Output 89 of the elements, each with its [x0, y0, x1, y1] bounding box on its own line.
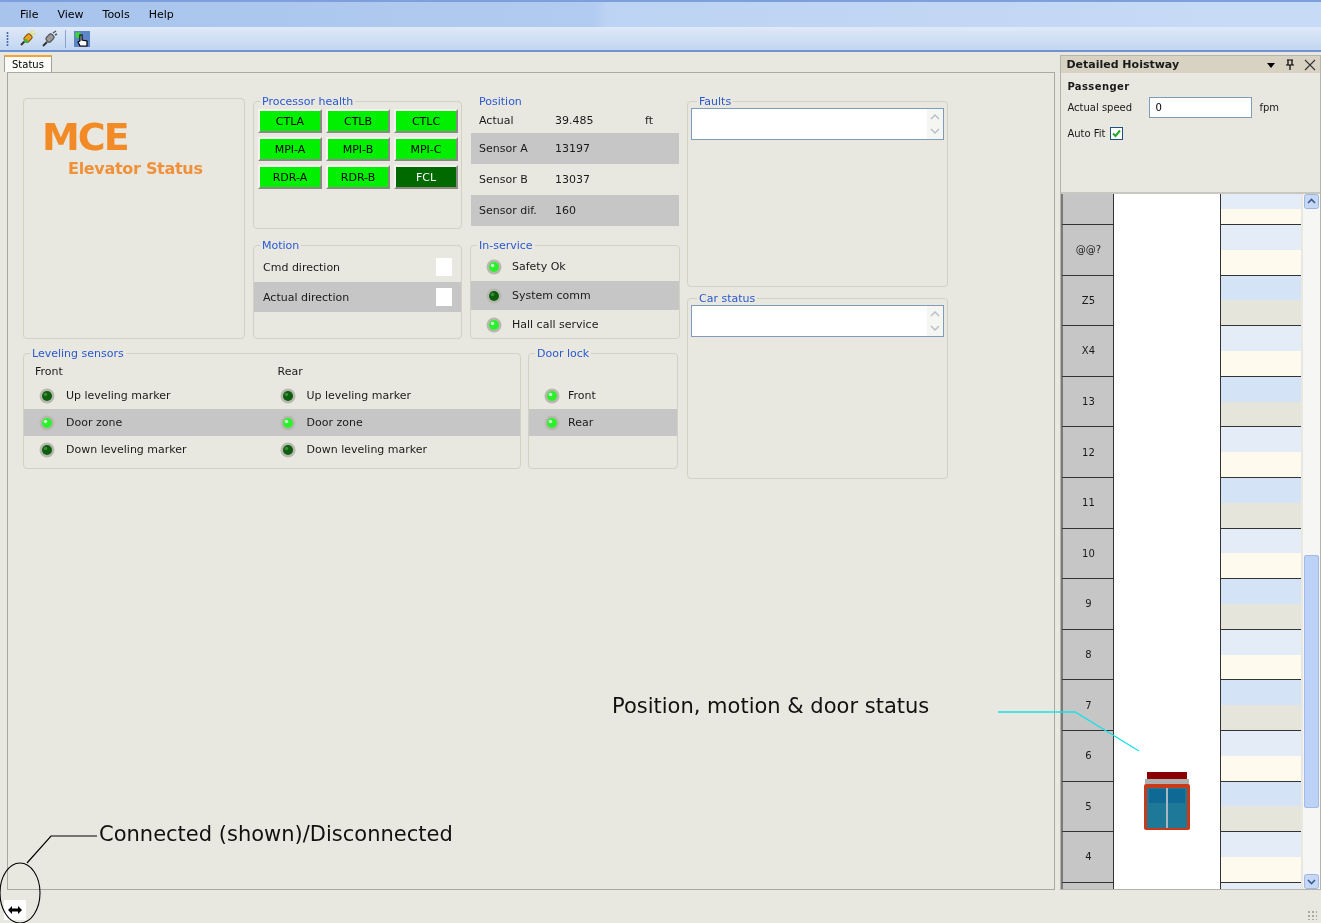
- floor-label: @@?: [1061, 225, 1115, 276]
- floor-label: 13: [1061, 376, 1115, 428]
- status-label: Up leveling marker: [66, 389, 171, 402]
- scroll-down-icon[interactable]: [1304, 874, 1319, 889]
- group-title: Leveling sensors: [31, 347, 125, 360]
- processor-status-button[interactable]: CTLB: [326, 109, 390, 133]
- unit-label: ft: [645, 114, 653, 127]
- group-title: Processor health: [261, 95, 355, 108]
- checkbox[interactable]: [1109, 127, 1123, 140]
- scrollbar[interactable]: [927, 109, 943, 139]
- menu-item[interactable]: Tools: [102, 8, 130, 21]
- floor-label: 8: [1061, 629, 1115, 681]
- field-label: Sensor A: [479, 142, 529, 155]
- status-label: Door zone: [306, 416, 363, 429]
- status-label: Front: [568, 389, 596, 402]
- field-value: 13197: [555, 142, 591, 155]
- status-label: System comm: [512, 289, 591, 302]
- column-heading: Rear: [277, 364, 304, 378]
- car-type-label: Passenger: [1067, 81, 1131, 92]
- processor-status-button[interactable]: CTLC: [394, 109, 458, 133]
- floor-label: 5: [1061, 781, 1115, 833]
- menu-item[interactable]: Help: [148, 8, 174, 21]
- callout-text: Position, motion & door status: [612, 694, 930, 718]
- status-label: Hall call service: [512, 318, 599, 331]
- status-label: Safety Ok: [512, 260, 566, 273]
- tab[interactable]: Status: [4, 55, 52, 72]
- field-label: Actual speed: [1067, 102, 1134, 113]
- panel-title: Detailed Hoistway: [1066, 58, 1181, 71]
- floor-label: 6: [1061, 730, 1115, 782]
- logo-subtitle: Elevator Status: [68, 159, 203, 178]
- group-title: Faults: [698, 95, 733, 108]
- speed-field[interactable]: 0: [1149, 97, 1253, 118]
- status-label: Up leveling marker: [306, 389, 411, 402]
- group-title: Car status: [698, 292, 757, 305]
- status-label: Down leveling marker: [306, 443, 428, 456]
- pin-icon[interactable]: [1285, 59, 1295, 70]
- floor-label: 11: [1061, 477, 1115, 529]
- floor-label: Z5: [1061, 275, 1115, 327]
- unit-label: fpm: [1259, 102, 1279, 113]
- field-label: Sensor dif.: [479, 204, 538, 217]
- floor-label: 7: [1061, 680, 1115, 731]
- status-label: Rear: [568, 416, 594, 429]
- callout-text: Connected (shown)/Disconnected: [99, 822, 453, 846]
- processor-status-button[interactable]: MPI-B: [326, 137, 390, 161]
- direction-indicator: [436, 258, 452, 276]
- processor-status-button[interactable]: MPI-A: [258, 137, 322, 161]
- menu-item[interactable]: File: [20, 8, 39, 21]
- scrollbar[interactable]: [927, 306, 943, 336]
- faults-list[interactable]: [691, 108, 944, 140]
- close-icon[interactable]: [1304, 58, 1316, 71]
- elevator-car-icon: [1144, 771, 1191, 830]
- plug-icon: [18, 29, 36, 48]
- menu-item[interactable]: View: [57, 8, 84, 21]
- toolbar-button[interactable]: [72, 28, 92, 49]
- processor-status-button[interactable]: FCL: [394, 165, 458, 189]
- floor-label: 10: [1061, 528, 1115, 580]
- field-value: 39.485: [555, 114, 595, 127]
- scroll-up-icon[interactable]: [1304, 194, 1319, 209]
- group-title: Position: [478, 95, 523, 108]
- field-label: Actual: [479, 114, 515, 127]
- status-label: Door zone: [66, 416, 123, 429]
- scrollbar[interactable]: [1303, 194, 1320, 889]
- field-value: 13037: [555, 173, 591, 186]
- hand-pointer-icon: [73, 29, 91, 48]
- car-status-list[interactable]: [691, 305, 944, 337]
- resize-grip-icon[interactable]: [1307, 910, 1317, 920]
- direction-indicator: [436, 288, 452, 306]
- group-title: Motion: [261, 239, 301, 252]
- floor-label: X4: [1061, 326, 1115, 377]
- group-title: In-service: [478, 239, 534, 252]
- floor-label: 12: [1061, 427, 1115, 478]
- field-label: Actual direction: [263, 290, 350, 304]
- floor-label: 4: [1061, 832, 1115, 883]
- processor-status-button[interactable]: MPI-C: [394, 137, 458, 161]
- field-label: Cmd direction: [263, 260, 341, 274]
- group-title: Door lock: [536, 347, 591, 360]
- field-label: Sensor B: [479, 173, 529, 186]
- plug-icon: [40, 29, 58, 48]
- field-value: 160: [555, 204, 577, 217]
- processor-status-button[interactable]: RDR-A: [258, 165, 322, 189]
- processor-status-button[interactable]: CTLA: [258, 109, 322, 133]
- scroll-thumb[interactable]: [1304, 554, 1319, 808]
- toolbar-grip-icon: [6, 30, 9, 47]
- status-label: Down leveling marker: [66, 443, 187, 456]
- processor-status-button[interactable]: RDR-B: [326, 165, 390, 189]
- checkbox-label: Auto Fit: [1067, 128, 1106, 139]
- floor-label: 9: [1061, 579, 1115, 630]
- logo-text: MCE: [42, 117, 128, 157]
- column-heading: Front: [35, 364, 64, 378]
